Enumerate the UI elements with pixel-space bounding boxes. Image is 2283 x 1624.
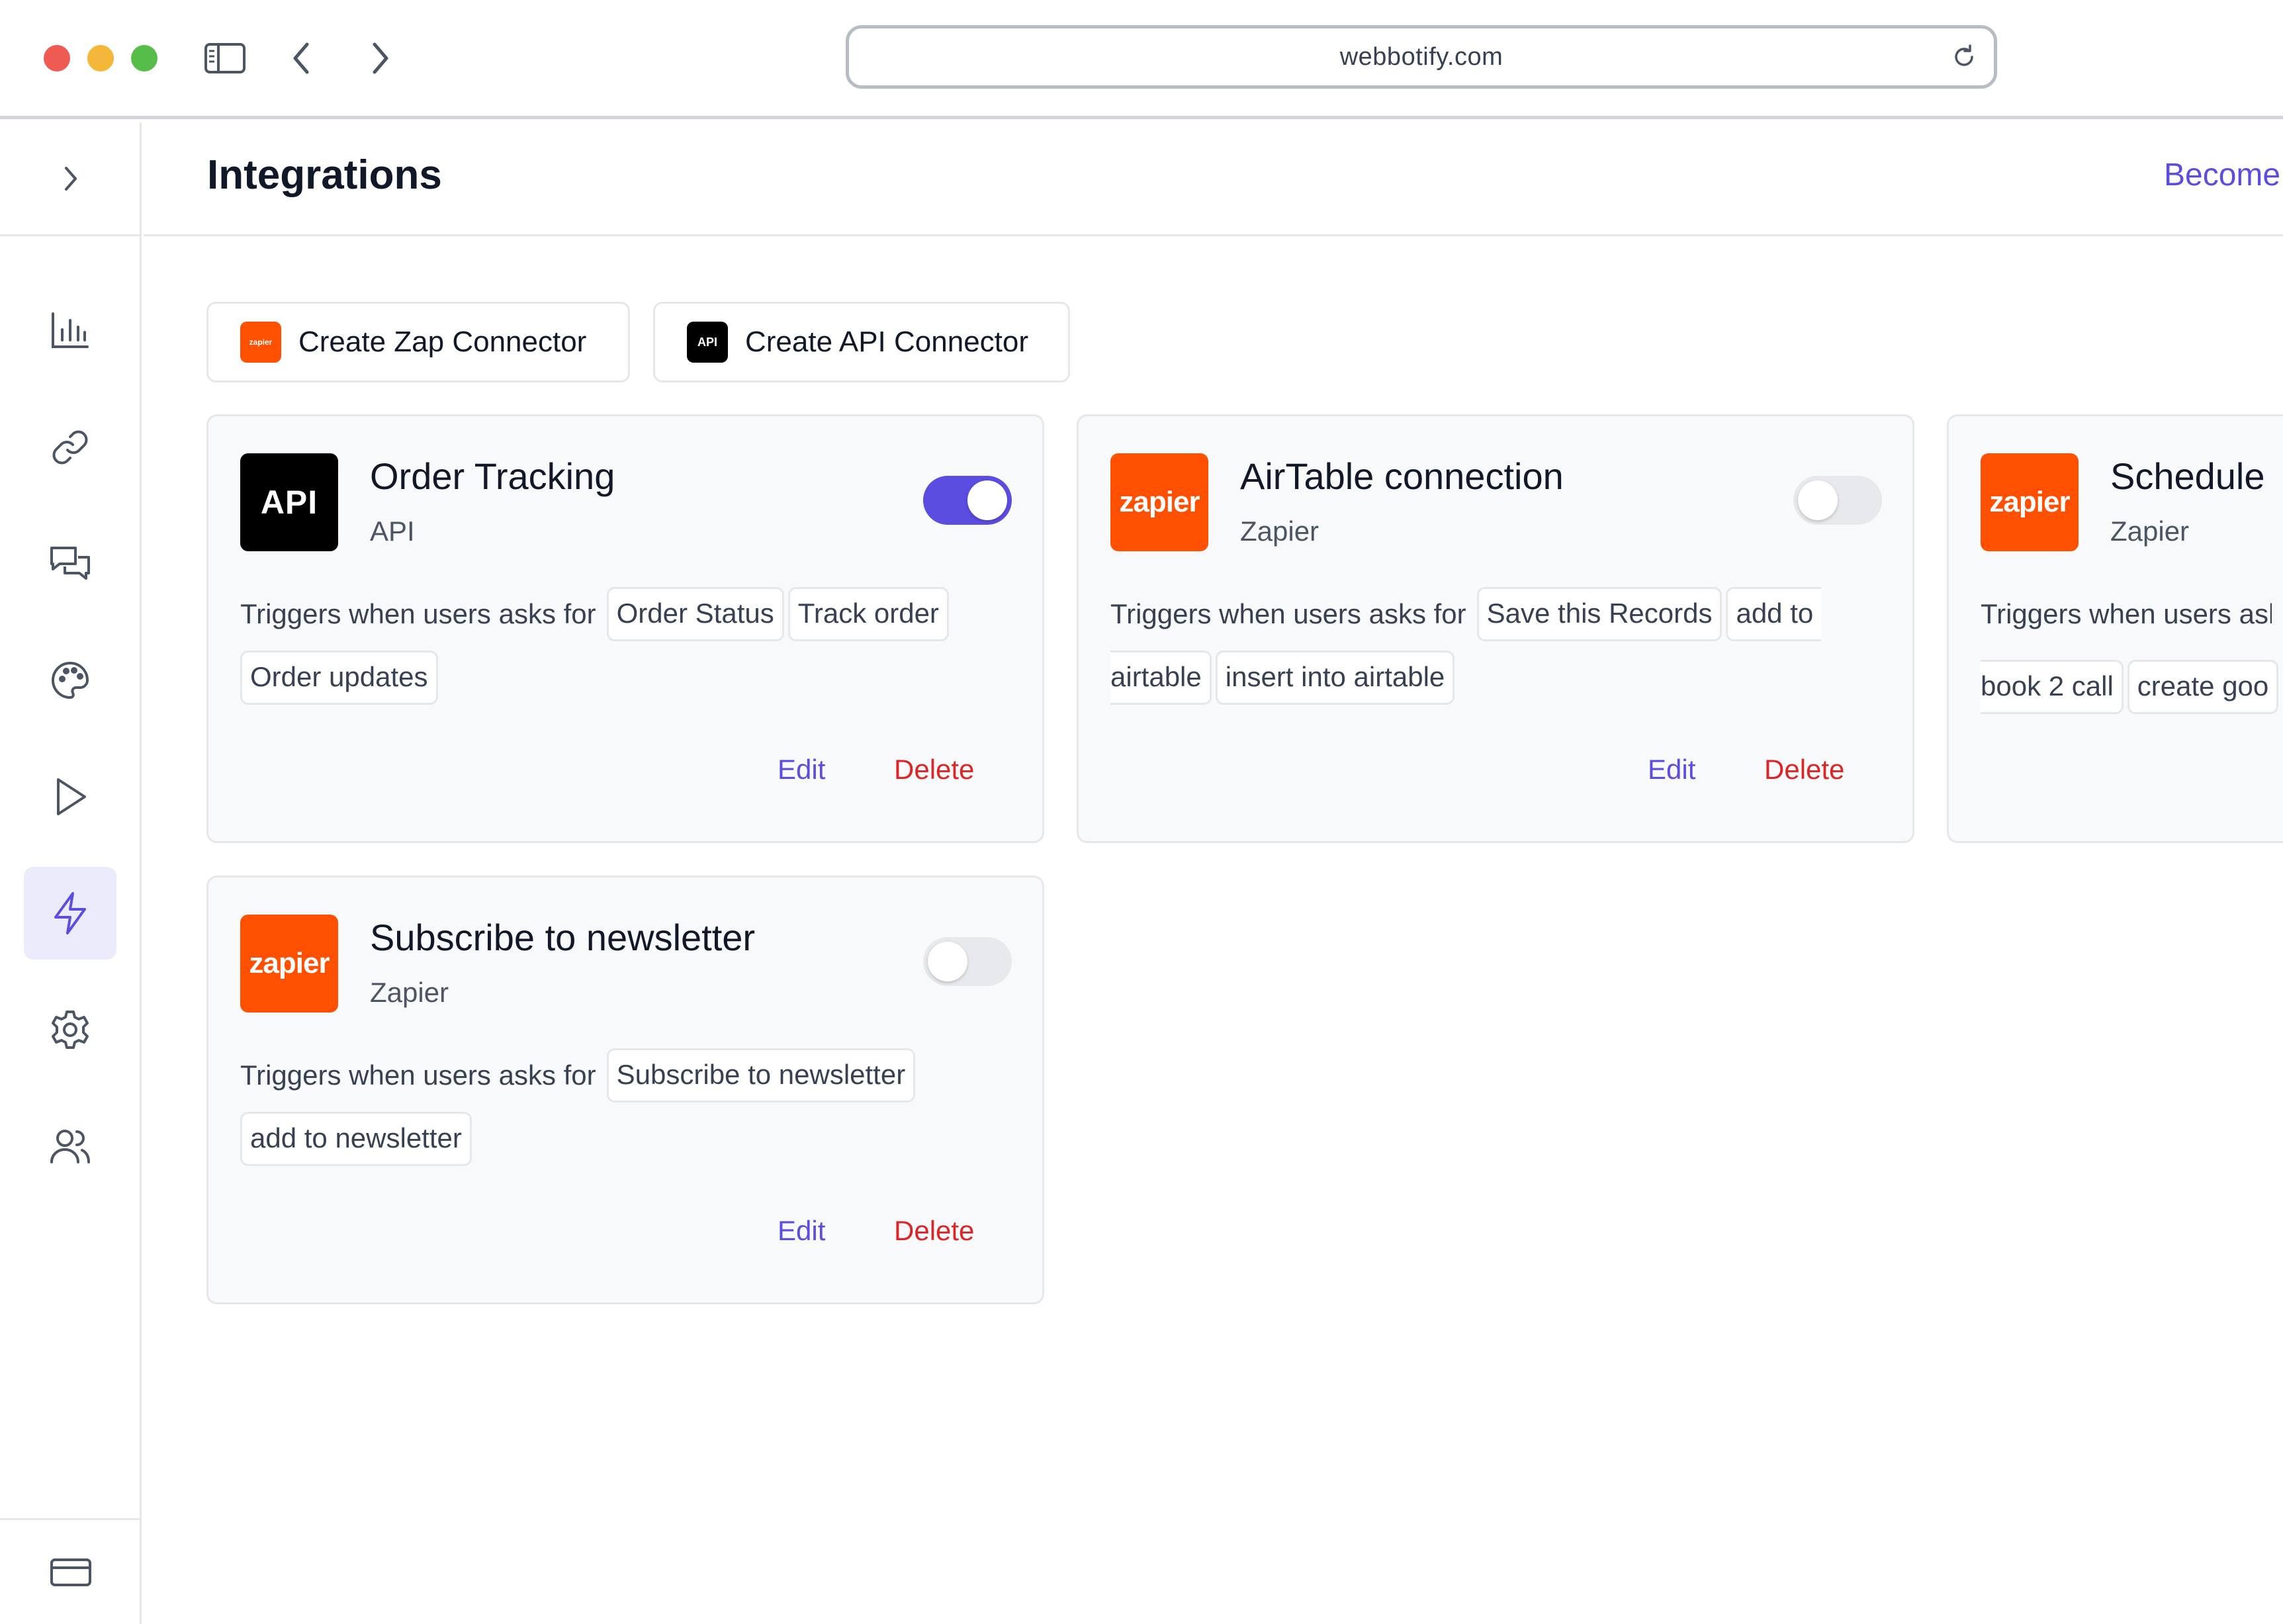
- maximize-window-button[interactable]: [131, 45, 157, 71]
- trigger-label: Triggers when users asks for: [240, 598, 596, 629]
- trigger-chip: Track order: [787, 587, 949, 641]
- zapier-logo-icon: zapier: [1981, 453, 2079, 551]
- create-api-label: Create API Connector: [745, 326, 1029, 358]
- trigger-chip: Save this Records: [1476, 587, 1723, 641]
- toggle-knob: [1798, 480, 1838, 520]
- card-title: AirTable connection: [1240, 455, 1564, 497]
- edit-button[interactable]: Edit: [778, 1215, 825, 1247]
- chevron-left-icon: [291, 42, 311, 75]
- enable-toggle[interactable]: [1793, 476, 1882, 525]
- sidebar-item-playground[interactable]: [24, 750, 116, 843]
- zapier-logo-icon: zapier: [240, 322, 281, 363]
- sidebar-toggle-button[interactable]: [199, 32, 251, 85]
- delete-button[interactable]: Delete: [894, 1215, 974, 1247]
- trigger-chip: create goo: [2127, 660, 2279, 714]
- sidebar-item-team[interactable]: [24, 1100, 116, 1193]
- become-link[interactable]: Become: [2164, 157, 2280, 193]
- card-type: Zapier: [1240, 516, 1320, 547]
- trigger-chip: add to newsletter: [240, 1112, 472, 1166]
- trigger-list: Triggers when users asks for Subscribe t…: [240, 1048, 1001, 1166]
- create-zap-label: Create Zap Connector: [298, 326, 587, 358]
- api-logo-icon: API: [687, 322, 728, 363]
- browser-toolbar: webbotify.com: [0, 0, 2283, 119]
- sidebar-toggle-icon: [204, 42, 246, 74]
- trigger-list: Triggers when users asks for Order Statu…: [240, 587, 1001, 705]
- minimize-window-button[interactable]: [87, 45, 114, 71]
- delete-button[interactable]: Delete: [894, 754, 974, 786]
- bar-chart-icon: [49, 310, 91, 352]
- trigger-list: Triggers when users ask book 2 call crea…: [1981, 587, 2283, 714]
- trigger-chip: Subscribe to newsletter: [606, 1048, 916, 1103]
- sidebar-item-links[interactable]: [24, 401, 116, 494]
- card-title: Schedule: [2110, 455, 2265, 497]
- chevron-right-icon: [63, 165, 79, 192]
- delete-button[interactable]: Delete: [1764, 754, 1844, 786]
- toggle-knob: [967, 480, 1007, 520]
- edit-button[interactable]: Edit: [778, 754, 825, 786]
- sidebar-item-billing[interactable]: [0, 1518, 142, 1624]
- back-button[interactable]: [278, 32, 324, 85]
- play-icon: [50, 776, 90, 818]
- card-title: Subscribe to newsletter: [370, 917, 756, 958]
- chat-icon: [48, 543, 93, 585]
- api-logo-icon: API: [240, 453, 338, 551]
- address-bar[interactable]: webbotify.com: [846, 25, 1997, 89]
- integration-card: zapier Schedule Zapier Triggers when use…: [1947, 414, 2283, 843]
- zapier-logo-icon: zapier: [240, 915, 338, 1013]
- card-type: Zapier: [2110, 516, 2190, 547]
- url-text: webbotify.com: [1339, 42, 1503, 71]
- zapier-logo-icon: zapier: [1110, 453, 1208, 551]
- integration-card: API Order Tracking API Triggers when use…: [206, 414, 1044, 843]
- page-header: Integrations Become: [144, 122, 2283, 236]
- trigger-label: Triggers when users asks for: [1110, 598, 1466, 629]
- card-type: API: [370, 516, 415, 547]
- enable-toggle[interactable]: [923, 937, 1012, 986]
- page-title: Integrations: [207, 152, 442, 198]
- forward-button[interactable]: [357, 32, 404, 85]
- trigger-chip: Order updates: [240, 651, 438, 705]
- app-sidebar: [0, 122, 142, 1624]
- create-api-connector-button[interactable]: API Create API Connector: [653, 302, 1070, 383]
- sidebar-item-appearance[interactable]: [24, 634, 116, 727]
- gear-icon: [49, 1009, 91, 1051]
- expand-sidebar-button[interactable]: [0, 122, 142, 236]
- trigger-chip: airtable: [1110, 651, 1212, 705]
- integration-card: zapier AirTable connection Zapier Trigge…: [1077, 414, 1914, 843]
- trigger-chip: insert into airtable: [1215, 651, 1455, 705]
- sidebar-item-analytics[interactable]: [24, 285, 116, 377]
- trigger-chip: add to: [1726, 587, 1822, 641]
- integration-card: zapier Subscribe to newsletter Zapier Tr…: [206, 876, 1044, 1304]
- trigger-label: Triggers when users ask: [1981, 598, 2272, 629]
- close-window-button[interactable]: [44, 45, 70, 71]
- credit-card-icon: [50, 1556, 92, 1588]
- chevron-right-icon: [371, 42, 390, 75]
- edit-button[interactable]: Edit: [1648, 754, 1695, 786]
- sidebar-item-integrations[interactable]: [24, 867, 116, 960]
- sidebar-item-settings[interactable]: [24, 983, 116, 1076]
- reload-icon[interactable]: [1949, 42, 1979, 72]
- sidebar-item-chats[interactable]: [24, 518, 116, 610]
- trigger-list: Triggers when users asks for Save this R…: [1110, 587, 1871, 705]
- toggle-knob: [928, 942, 967, 981]
- users-icon: [48, 1125, 93, 1167]
- trigger-chip: Order Status: [606, 587, 784, 641]
- trigger-label: Triggers when users asks for: [240, 1060, 596, 1091]
- enable-toggle[interactable]: [923, 476, 1012, 525]
- card-type: Zapier: [370, 977, 449, 1008]
- trigger-chip: book 2 call: [1981, 660, 2124, 714]
- bolt-icon: [50, 891, 90, 936]
- create-zap-connector-button[interactable]: zapier Create Zap Connector: [206, 302, 630, 383]
- palette-icon: [49, 659, 91, 701]
- link-icon: [49, 426, 91, 469]
- card-title: Order Tracking: [370, 455, 615, 497]
